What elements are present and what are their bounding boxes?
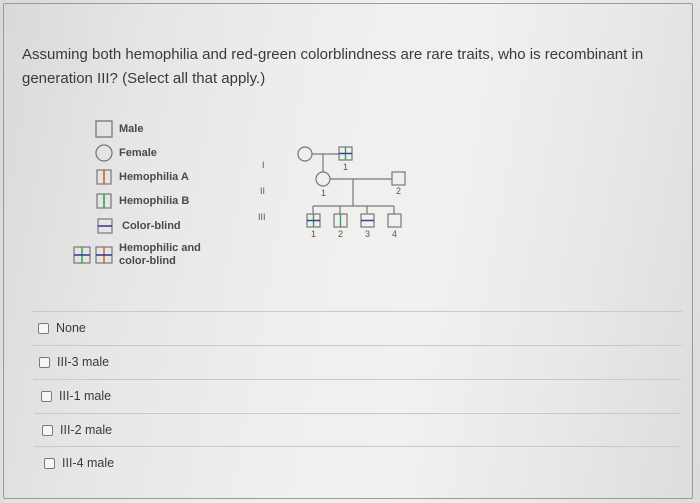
legend-item-hemophilia-b: Hemophilia B <box>96 193 189 209</box>
legend-item-female: Female <box>95 144 157 162</box>
hemophilia-b-icon <box>96 193 112 209</box>
gen1-female <box>297 146 313 162</box>
option-label: None <box>56 321 86 335</box>
legend-label-group: Hemophilic and color-blind <box>119 242 201 268</box>
option-iii-1-male[interactable]: III-1 male <box>41 379 111 413</box>
legend-label: Hemophilia B <box>119 194 190 207</box>
hemophilia-a-color-blind-icon <box>95 246 113 264</box>
divider <box>35 446 679 447</box>
generation-label-iii: III <box>258 212 266 222</box>
id-label: 1 <box>343 162 349 172</box>
hemophilia-b-color-blind-icon <box>73 246 91 264</box>
id-label: 3 <box>365 229 371 239</box>
legend-item-color-blind: Color-blind <box>97 218 181 234</box>
id-label: 4 <box>392 229 398 239</box>
divider <box>34 413 680 414</box>
option-label: III-1 male <box>59 389 112 403</box>
checkbox[interactable] <box>41 390 52 402</box>
option-iii-2-male[interactable]: III-2 male <box>42 413 112 447</box>
option-label: III-4 male <box>62 456 115 470</box>
option-label: III-3 male <box>57 355 110 369</box>
gen3-male-4 <box>387 213 402 228</box>
divider <box>32 345 682 346</box>
checkbox[interactable] <box>39 356 50 368</box>
divider <box>33 379 681 380</box>
female-circle-icon <box>95 144 113 162</box>
question-text: Assuming both hemophilia and red-green c… <box>22 46 644 87</box>
option-none[interactable]: None <box>38 311 86 345</box>
generation-label-i: I <box>262 160 265 170</box>
legend-item-hemophilia-a: Hemophilia A <box>96 169 189 185</box>
gen2-male-2 <box>391 171 406 186</box>
checkbox[interactable] <box>42 424 53 436</box>
id-label: 2 <box>338 229 344 239</box>
option-iii-3-male[interactable]: III-3 male <box>39 345 109 379</box>
color-blind-icon <box>97 218 113 234</box>
legend-item-male: Male <box>95 120 143 138</box>
legend-label: Color-blind <box>122 219 181 232</box>
legend-label: Hemophilic and <box>119 242 201 254</box>
hemophilia-a-icon <box>96 169 112 185</box>
checkbox[interactable] <box>38 322 49 334</box>
id-label: 1 <box>311 229 317 239</box>
legend-label: color-blind <box>119 255 176 267</box>
legend-label: Hemophilia A <box>119 170 189 183</box>
id-label: 2 <box>396 186 402 196</box>
legend-label: Female <box>119 146 157 159</box>
legend-item-hemophilic-color-blind: Hemophilic and color-blind <box>73 242 201 268</box>
checkbox[interactable] <box>44 457 55 469</box>
legend-label: Male <box>119 122 144 135</box>
option-label: III-2 male <box>60 423 113 437</box>
pedigree-diagram <box>297 146 406 228</box>
male-square-icon <box>95 120 113 138</box>
option-iii-4-male[interactable]: III-4 male <box>44 446 114 480</box>
gen2-female-1 <box>315 171 331 187</box>
id-label: 1 <box>321 188 327 198</box>
divider <box>32 311 682 312</box>
generation-label-ii: II <box>260 186 266 196</box>
